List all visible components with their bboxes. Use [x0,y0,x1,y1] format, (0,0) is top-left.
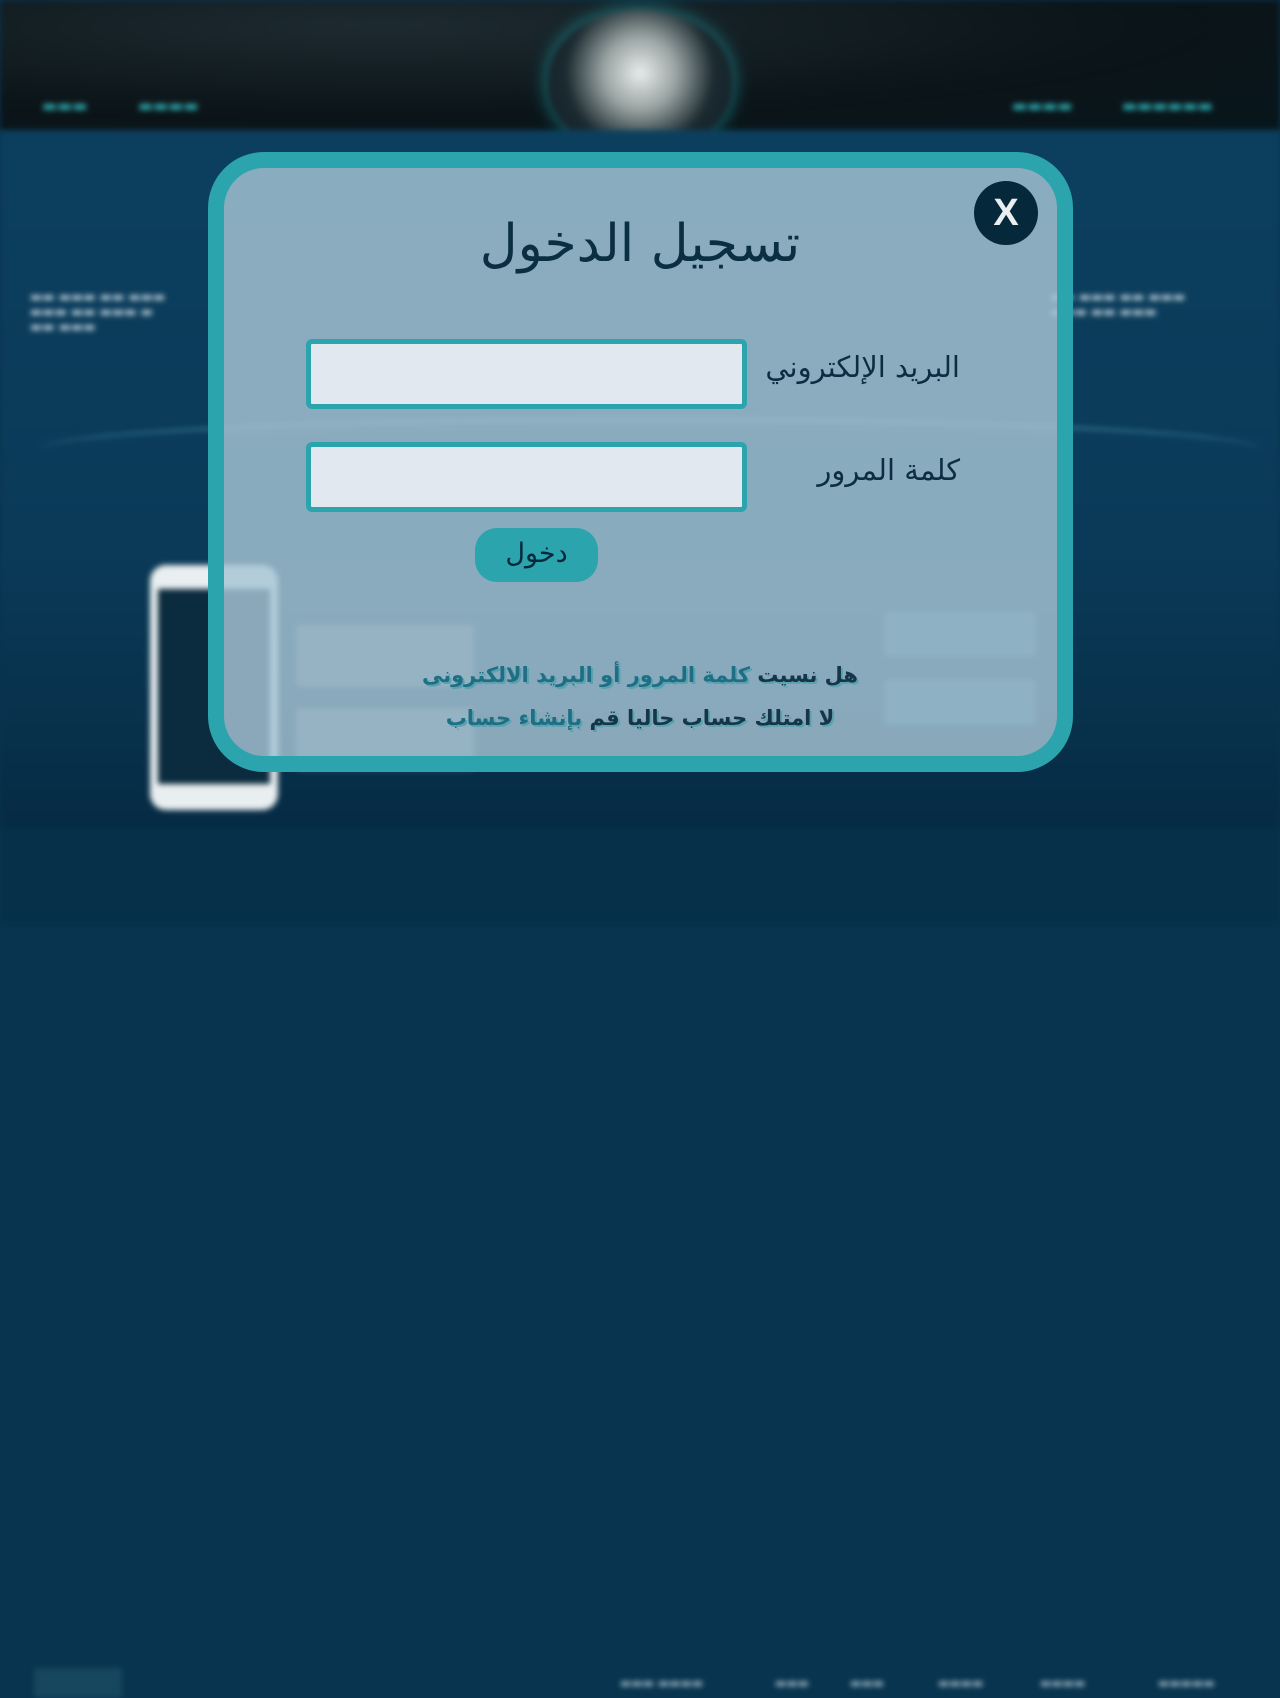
forgot-or: أو [600,663,621,687]
footer-link: ▬▬▬ [850,1676,885,1690]
create-account-line: لا امتلك حساب حاليا قم بإنشاء حساب [300,706,980,730]
password-label: كلمة المرور [817,453,960,487]
forgot-email-link[interactable]: البريد الالكترونى [422,663,593,687]
blurred-text: ▬▬ ▬▬▬ ▬▬ ▬▬▬ ▬▬▬ ▬▬ ▬▬▬ [1050,290,1186,320]
footer-link: ▬▬▬▬ [1040,1676,1086,1690]
footer-link: ▬▬▬ ▬▬▬▬ [620,1676,704,1690]
footer-link: ▬▬▬▬ [938,1676,984,1690]
site-logo [548,10,732,150]
nav-item: ▬▬▬▬▬▬ [1122,96,1213,115]
forgot-password-link[interactable]: كلمة المرور [628,663,750,687]
footer-link: ▬▬▬ [775,1676,810,1690]
nav-item: ▬▬▬▬ [138,96,199,115]
create-account-link[interactable]: بإنشاء حساب [446,706,582,730]
password-field[interactable] [306,442,747,512]
nav-item: ▬▬▬ [42,96,88,115]
site-header: ▬▬▬ ▬▬▬▬ ▬▬▬▬ ▬▬▬▬▬▬ [0,0,1280,150]
site-footer: ▬▬▬ ▬▬▬▬ ▬▬▬ ▬▬▬ ▬▬▬▬ ▬▬▬▬ ▬▬▬▬▬ [0,828,1280,1698]
modal-title: تسجيل الدخول [479,214,801,274]
close-button[interactable]: X [974,181,1038,245]
footer-search [34,1668,122,1698]
footer-link: ▬▬▬▬▬ [1158,1676,1215,1690]
login-button[interactable]: دخول [475,528,598,582]
nav-item: ▬▬▬▬ [1012,96,1073,115]
forgot-credentials-line: هل نسيت كلمة المرور أو البريد الالكترونى [300,663,980,687]
forgot-prefix: هل نسيت [757,663,858,687]
email-label: البريد الإلكتروني [765,350,960,384]
blurred-text: ▬▬ ▬▬▬ ▬▬ ▬▬▬ ▬▬▬ ▬▬ ▬▬▬ ▬ ▬▬ ▬▬▬ [30,290,166,335]
email-field[interactable] [306,339,747,409]
no-account-prefix: لا امتلك حساب حاليا قم [589,706,835,730]
